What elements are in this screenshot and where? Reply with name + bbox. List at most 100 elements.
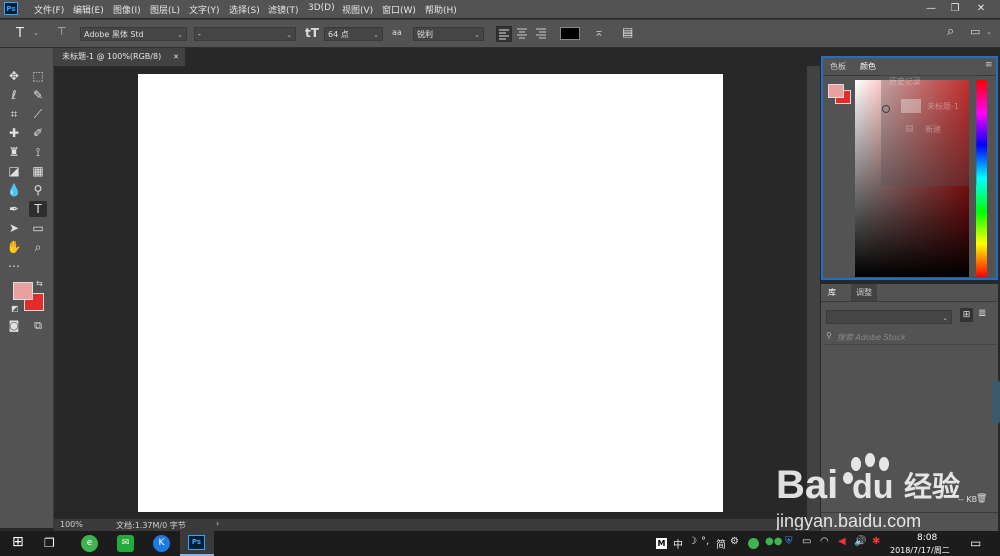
battery-icon[interactable]: ▭ [802, 536, 811, 547]
wifi-icon[interactable]: ◠ [820, 536, 829, 547]
menu-image[interactable]: 图像(I) [113, 3, 141, 16]
warp-text-icon[interactable]: ⌅ [594, 25, 604, 39]
font-family-select[interactable]: Adobe 黑体 Std ⌄ [80, 27, 187, 41]
marquee-tool-icon[interactable]: ⬚ [29, 68, 47, 84]
panel-collapse-handle[interactable] [992, 380, 1000, 424]
hand-tool-icon[interactable]: ✋ [5, 239, 23, 255]
tool-preset-picker[interactable]: T [16, 26, 24, 41]
ime-simplified[interactable]: 简 [716, 536, 726, 551]
crop-tool-icon[interactable]: ⌗ [5, 106, 23, 122]
grid-view-icon[interactable]: ⊞ [960, 308, 973, 322]
align-center-button[interactable] [515, 26, 529, 40]
document-canvas[interactable] [138, 74, 723, 512]
stock-search[interactable]: ⚲ 搜索 Adobe Stock [824, 331, 996, 345]
action-center-icon[interactable]: ▭ [970, 536, 981, 550]
more-tools-icon[interactable]: ⋯ [5, 258, 23, 274]
foreground-color-swatch[interactable] [13, 282, 33, 300]
gradient-tool-icon[interactable]: ▦ [29, 163, 47, 179]
wechat-tray-icon[interactable]: ●● [765, 536, 782, 547]
font-size-icon: tT [305, 26, 319, 40]
ime-mode-icon[interactable]: M [656, 538, 667, 549]
pen-tool-icon[interactable]: ✒ [5, 201, 23, 217]
volume-icon[interactable]: 🔊 [854, 536, 866, 547]
status-menu-arrow[interactable]: › [216, 519, 219, 528]
kugou-icon[interactable]: K [153, 535, 170, 552]
type-tool-icon[interactable]: T [29, 201, 47, 217]
workspace-icon[interactable]: ▭ [970, 25, 980, 38]
menu-layer[interactable]: 图层(L) [150, 3, 180, 16]
ime-punctuation[interactable]: °, [701, 536, 709, 547]
menu-select[interactable]: 选择(S) [229, 3, 260, 16]
zoom-tool-icon[interactable]: ⌕ [29, 239, 47, 255]
browser-icon[interactable]: e [81, 535, 98, 552]
clone-stamp-icon[interactable]: ♜ [5, 144, 23, 160]
path-select-icon[interactable]: ➤ [5, 220, 23, 236]
default-colors-icon[interactable]: ◩ [11, 304, 19, 313]
rectangle-tool-icon[interactable]: ▭ [29, 220, 47, 236]
brush-tool-icon[interactable]: ✐ [29, 125, 47, 141]
photoshop-taskbar-button[interactable]: Ps [180, 531, 214, 556]
ime-halfwidth-icon[interactable]: ☽ [688, 536, 697, 547]
screen-mode-icon[interactable]: ⧉ [29, 318, 47, 334]
search-icon: ⚲ [826, 331, 832, 340]
character-panel-icon[interactable]: ▤ [622, 25, 633, 39]
quick-select-tool-icon[interactable]: ✎ [29, 87, 47, 103]
library-select[interactable]: ⌄ [826, 310, 952, 324]
tray-green-icon[interactable] [748, 538, 759, 549]
menu-type[interactable]: 文字(Y) [189, 3, 220, 16]
close-tab-icon[interactable]: ✕ [173, 48, 179, 66]
chevron-down-icon[interactable]: ⌄ [33, 29, 39, 37]
wechat-icon[interactable]: ✉ [117, 535, 134, 552]
blur-tool-icon[interactable]: 💧 [5, 182, 23, 198]
clock-date[interactable]: 2018/7/17/周二 [890, 545, 950, 556]
menu-file[interactable]: 文件(F) [34, 3, 64, 16]
task-view-icon[interactable]: ❐ [44, 536, 55, 550]
menu-help[interactable]: 帮助(H) [425, 3, 457, 16]
lasso-tool-icon[interactable]: ℓ [5, 87, 23, 103]
eyedropper-tool-icon[interactable]: ⟋ [29, 106, 47, 122]
menu-3d[interactable]: 3D(D) [308, 3, 335, 13]
document-tab[interactable]: 未标题-1 @ 100%(RGB/8) ✕ [54, 48, 185, 66]
windows-start-icon[interactable]: ⊞ [12, 534, 24, 550]
menu-edit[interactable]: 编辑(E) [73, 3, 104, 16]
clock-time[interactable]: 8:08 [917, 533, 937, 543]
text-color-swatch[interactable] [560, 27, 580, 40]
healing-brush-icon[interactable]: ✚ [5, 125, 23, 141]
tab-swatches[interactable]: 色板 [825, 58, 851, 75]
eraser-tool-icon[interactable]: ◪ [5, 163, 23, 179]
color-panel-foreground[interactable] [828, 84, 844, 98]
tray-red-icon[interactable]: ✱ [872, 536, 880, 547]
menu-filter[interactable]: 滤镜(T) [268, 3, 299, 16]
photoshop-logo[interactable]: Ps [4, 2, 18, 15]
list-view-icon[interactable]: ≣ [978, 308, 986, 319]
move-tool-icon[interactable]: ✥ [5, 68, 23, 84]
menu-window[interactable]: 窗口(W) [382, 3, 416, 16]
history-brush-icon[interactable]: ⟟ [29, 144, 47, 160]
quick-mask-icon[interactable]: ◙ [5, 318, 23, 334]
close-window-button[interactable]: ✕ [970, 1, 992, 17]
chevron-down-icon[interactable]: ⌄ [986, 28, 992, 36]
align-left-button[interactable] [496, 26, 512, 42]
tab-adjustments[interactable]: 调整 [851, 284, 877, 301]
tab-color[interactable]: 颜色 [855, 58, 881, 76]
menu-view[interactable]: 视图(V) [342, 3, 373, 16]
panel-menu-icon[interactable]: ≡ [985, 60, 993, 70]
zoom-level[interactable]: 100% [60, 520, 83, 529]
ime-settings-icon[interactable]: ⚙ [730, 536, 739, 547]
dodge-tool-icon[interactable]: ⚲ [29, 182, 47, 198]
orientation-toggle-icon[interactable]: ⊤ [57, 25, 69, 39]
hue-slider[interactable] [976, 80, 987, 277]
align-right-button[interactable] [534, 26, 548, 40]
font-size-select[interactable]: 64 点 ⌄ [324, 27, 383, 41]
security-shield-icon[interactable]: ⛨ [785, 536, 793, 547]
minimize-button[interactable]: — [920, 1, 942, 17]
swap-colors-icon[interactable]: ⇆ [36, 279, 43, 288]
notification-flag-icon[interactable]: ◀ [838, 536, 846, 547]
chevron-down-icon: ⌄ [286, 31, 292, 39]
antialias-select[interactable]: 锐利 ⌄ [413, 27, 484, 41]
ime-language[interactable]: 中 [673, 536, 683, 551]
restore-button[interactable]: ❐ [944, 1, 966, 17]
font-style-select[interactable]: - ⌄ [194, 27, 296, 41]
tab-libraries[interactable]: 库 [823, 284, 841, 301]
search-icon[interactable]: ⌕ [947, 24, 954, 39]
